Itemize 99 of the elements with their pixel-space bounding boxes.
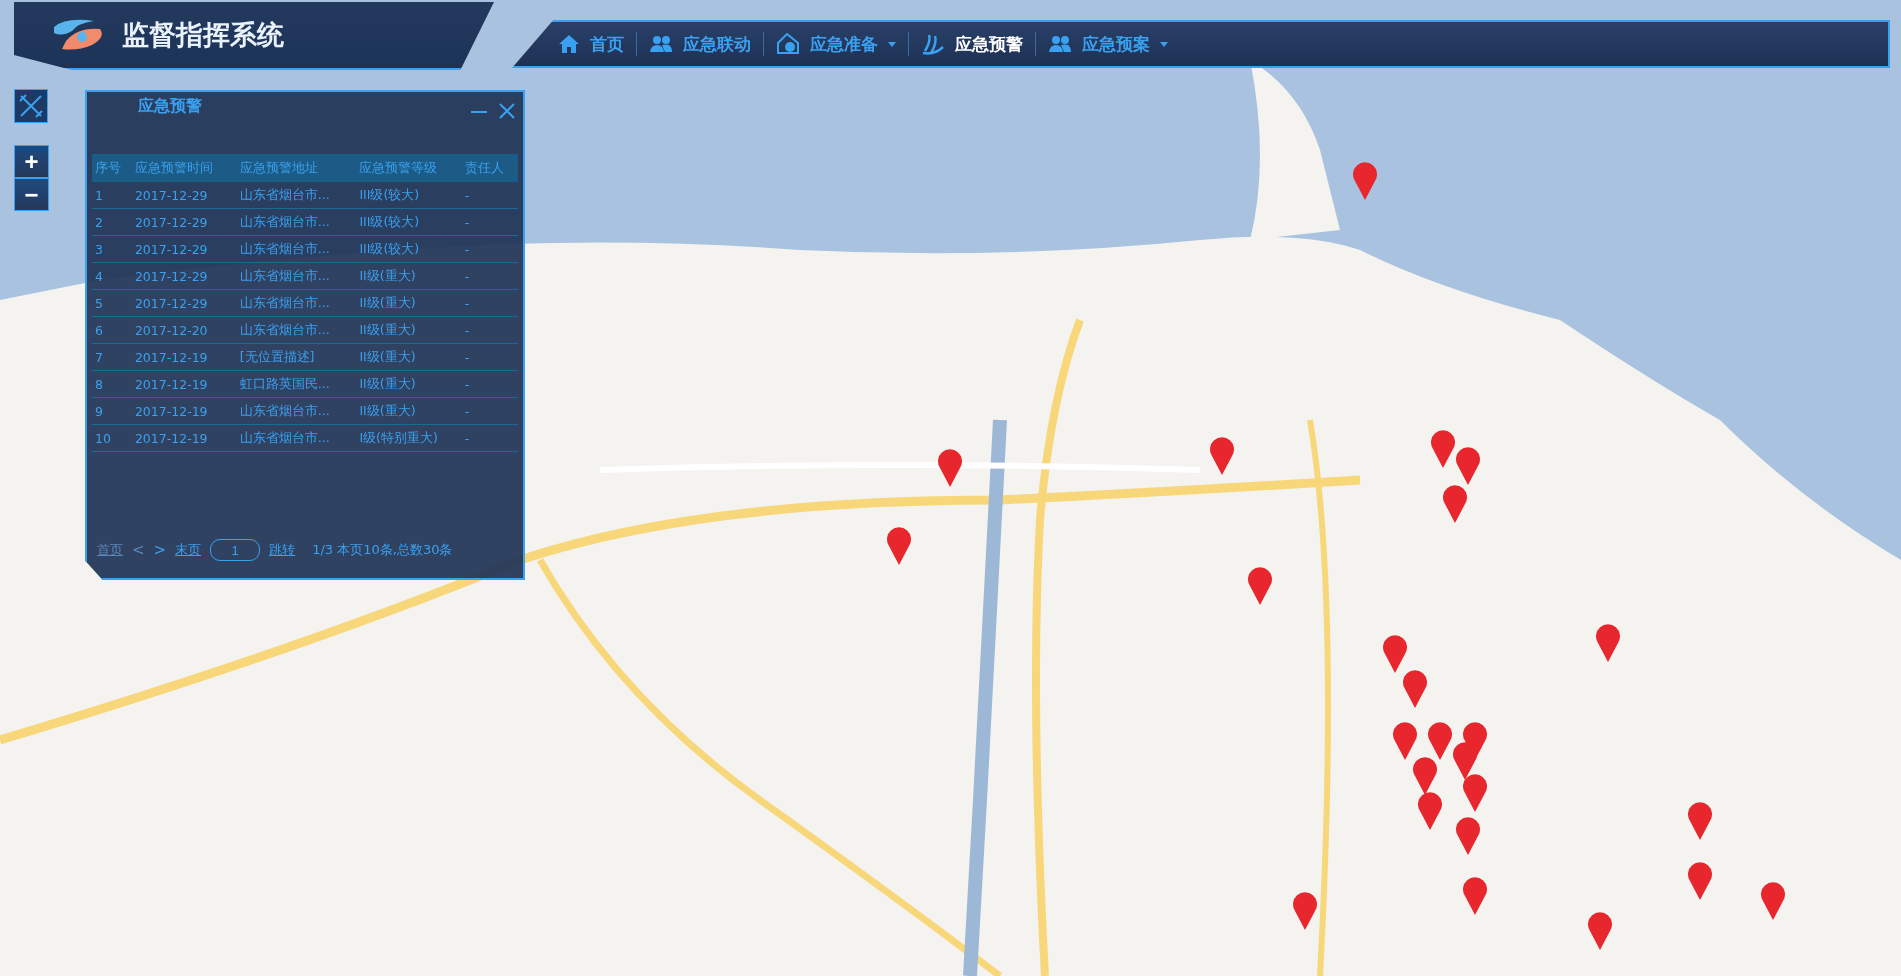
- table-cell: 6: [92, 316, 132, 344]
- table-cell: -: [461, 370, 518, 398]
- app-title: 监督指挥系统: [122, 18, 284, 52]
- table-cell: 5: [92, 289, 132, 317]
- map-pin-icon[interactable]: [1462, 875, 1488, 915]
- table-cell: -: [461, 316, 518, 344]
- table-cell: 山东省烟台市...: [236, 262, 357, 290]
- table-cell: 8: [92, 370, 132, 398]
- table-cell: 2017-12-29: [131, 208, 237, 236]
- people-icon: [1048, 35, 1072, 53]
- map-pin-icon[interactable]: [1587, 910, 1613, 950]
- table-cell: -: [461, 235, 518, 263]
- table-cell: III级(较大): [356, 182, 462, 209]
- map-pin-icon[interactable]: [1430, 428, 1456, 468]
- table-cell: II级(重大): [356, 370, 462, 398]
- table-cell: 山东省烟台市...: [236, 182, 357, 209]
- column-header: 应急预警地址: [236, 154, 357, 182]
- map-pin-icon[interactable]: [1427, 720, 1453, 760]
- map-pin-icon[interactable]: [886, 525, 912, 565]
- table-cell: II级(重大): [356, 262, 462, 290]
- table-cell: 山东省烟台市...: [236, 316, 357, 344]
- table-cell: 7: [92, 343, 132, 371]
- people-icon: [649, 35, 673, 53]
- table-cell: II级(重大): [356, 316, 462, 344]
- table-cell: 山东省烟台市...: [236, 397, 357, 425]
- tools-button[interactable]: [14, 89, 48, 123]
- table-cell: 山东省烟台市...: [236, 208, 357, 236]
- map-pin-icon[interactable]: [1595, 622, 1621, 662]
- zoom-out-button[interactable]: −: [14, 178, 49, 211]
- map-pin-icon[interactable]: [1247, 565, 1273, 605]
- table-cell: 2017-12-29: [131, 182, 237, 209]
- table-cell: 山东省烟台市...: [236, 424, 357, 452]
- panel-title: 应急预警: [138, 96, 202, 117]
- table-cell: II级(重大): [356, 397, 462, 425]
- map-pin-icon[interactable]: [1452, 740, 1478, 780]
- map-pin-icon[interactable]: [1462, 772, 1488, 812]
- nav-tab[interactable]: 首页: [546, 32, 636, 56]
- table-cell: 2017-12-20: [131, 316, 237, 344]
- column-header: 序号: [92, 154, 132, 182]
- table-cell: 2017-12-19: [131, 370, 237, 398]
- map-pin-icon[interactable]: [937, 447, 963, 487]
- table-cell: I级(特别重大): [356, 424, 462, 452]
- table-cell: 10: [92, 424, 132, 452]
- table-cell: -: [461, 208, 518, 236]
- map-pin-icon[interactable]: [1455, 445, 1481, 485]
- table-cell: 1: [92, 182, 132, 209]
- table-cell: 9: [92, 397, 132, 425]
- home-icon: [558, 34, 580, 54]
- map-pin-icon[interactable]: [1402, 668, 1428, 708]
- table-cell: 2017-12-29: [131, 262, 237, 290]
- table-cell: 2: [92, 208, 132, 236]
- map-pin-icon[interactable]: [1687, 800, 1713, 840]
- table-cell: -: [461, 424, 518, 452]
- nav-tab[interactable]: 应急预案: [1036, 32, 1180, 56]
- map-pin-icon[interactable]: [1442, 483, 1468, 523]
- column-header: 应急预警等级: [356, 154, 462, 182]
- table-cell: 山东省烟台市...: [236, 235, 357, 263]
- table-cell: -: [461, 397, 518, 425]
- table-cell: 4: [92, 262, 132, 290]
- page-info: 1/3 本页10条,总数30条: [312, 541, 453, 559]
- table-cell: 山东省烟台市...: [236, 289, 357, 317]
- table-cell: 2017-12-29: [131, 289, 237, 317]
- page-input[interactable]: 1: [210, 539, 261, 561]
- column-header: 应急预警时间: [131, 154, 237, 182]
- table-cell: -: [461, 262, 518, 290]
- last-page-link[interactable]: 末页: [175, 541, 202, 559]
- table-cell: -: [461, 343, 518, 371]
- table-cell: 2017-12-19: [131, 397, 237, 425]
- next-page-button[interactable]: >: [153, 541, 167, 559]
- column-header: 责任人: [461, 154, 518, 182]
- table-cell: 2017-12-19: [131, 424, 237, 452]
- wave-icon: [921, 33, 945, 55]
- close-icon[interactable]: [498, 102, 516, 120]
- nav-tab[interactable]: 应急预警: [909, 32, 1035, 56]
- go-link[interactable]: 跳转: [269, 541, 296, 559]
- nav-tab[interactable]: 应急联动: [637, 32, 763, 56]
- zoom-in-button[interactable]: +: [14, 145, 49, 178]
- map-pin-icon[interactable]: [1687, 860, 1713, 900]
- map-pin-icon[interactable]: [1352, 160, 1378, 200]
- table-cell: 2017-12-29: [131, 235, 237, 263]
- table-cell: 虹口路英国民...: [236, 370, 357, 398]
- table-cell: III级(较大): [356, 208, 462, 236]
- table-cell: -: [461, 289, 518, 317]
- map-pin-icon[interactable]: [1209, 435, 1235, 475]
- map-pin-icon[interactable]: [1760, 880, 1786, 920]
- nav-tab[interactable]: 应急准备: [764, 32, 908, 56]
- table-cell: 3: [92, 235, 132, 263]
- map-pin-icon[interactable]: [1382, 633, 1408, 673]
- table-cell: II级(重大): [356, 289, 462, 317]
- map-pin-icon[interactable]: [1392, 720, 1418, 760]
- map-pin-icon[interactable]: [1412, 755, 1438, 795]
- table-cell: 2017-12-19: [131, 343, 237, 371]
- map-pin-icon[interactable]: [1292, 890, 1318, 930]
- table-cell: [无位置描述]: [236, 343, 357, 371]
- table-cell: -: [461, 182, 518, 209]
- table-cell: III级(较大): [356, 235, 462, 263]
- table-cell: II级(重大): [356, 343, 462, 371]
- map-pin-icon[interactable]: [1417, 790, 1443, 830]
- map-pin-icon[interactable]: [1455, 815, 1481, 855]
